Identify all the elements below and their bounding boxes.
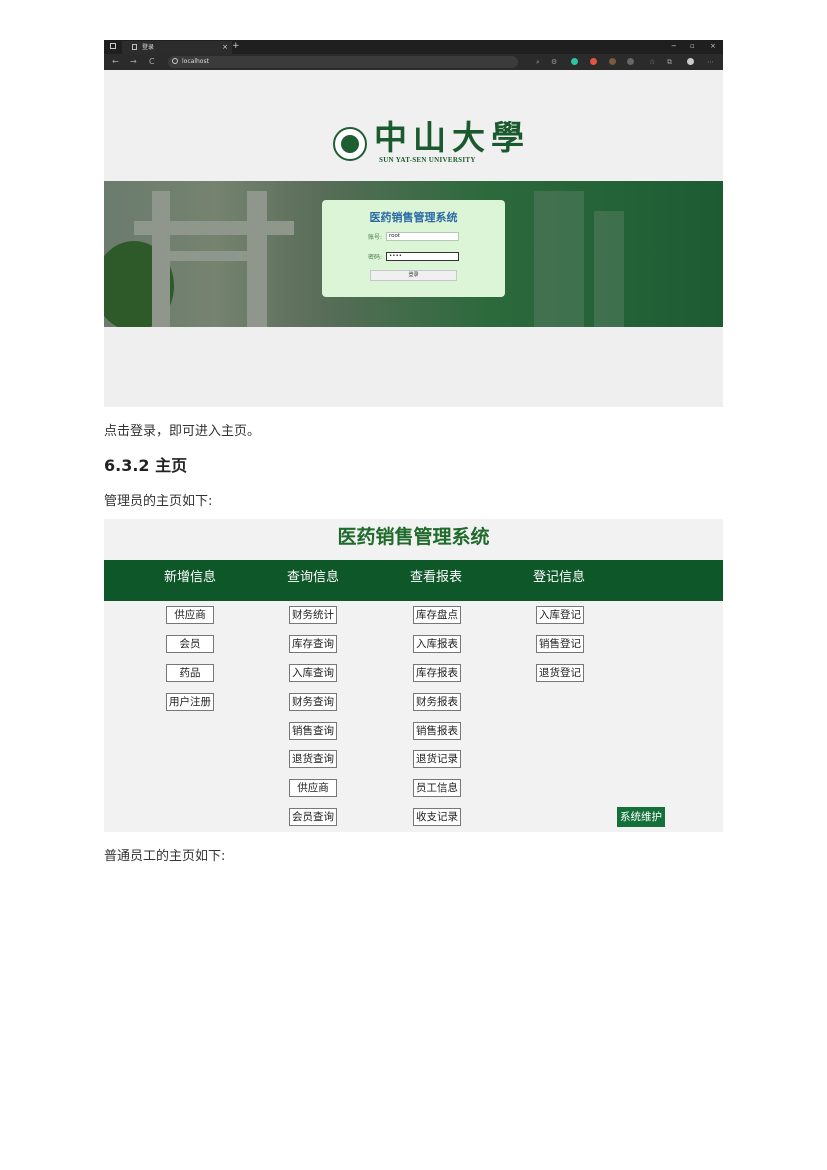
more-icon[interactable]: ⋯ <box>707 54 714 70</box>
nav-view-reports[interactable]: 查看报表 <box>386 566 486 585</box>
staff-info-button[interactable]: 员工信息 <box>413 779 461 797</box>
system-maintenance-button[interactable]: 系统维护 <box>617 807 665 827</box>
nav-register-info[interactable]: 登记信息 <box>509 566 609 585</box>
return-register-button[interactable]: 退货登记 <box>536 664 584 682</box>
building <box>594 211 624 327</box>
back-button[interactable]: ← <box>112 54 119 70</box>
member-query-button[interactable]: 会员查询 <box>289 808 337 826</box>
forward-button[interactable]: → <box>130 54 137 70</box>
gate-beam <box>134 221 294 235</box>
user-register-button[interactable]: 用户注册 <box>166 693 214 711</box>
inbound-register-button[interactable]: 入库登记 <box>536 606 584 624</box>
add-drug-button[interactable]: 药品 <box>166 664 214 682</box>
restore-button[interactable]: ▫ <box>690 40 695 53</box>
stock-count-button[interactable]: 库存盘点 <box>413 606 461 624</box>
add-member-button[interactable]: 会员 <box>166 635 214 653</box>
nav-query-info[interactable]: 查询信息 <box>263 566 363 585</box>
finance-report-button[interactable]: 财务报表 <box>413 693 461 711</box>
password-label: 密码: <box>368 254 383 261</box>
income-expense-button[interactable]: 收支记录 <box>413 808 461 826</box>
site-info-icon[interactable] <box>172 58 178 64</box>
address-bar: ← → C localhost ⌕ ⚙ ☆ ⧉ ⋯ <box>104 54 723 70</box>
login-system-title: 医药销售管理系统 <box>369 211 458 224</box>
extension-icon[interactable] <box>609 58 616 65</box>
sales-query-button[interactable]: 销售查询 <box>289 722 337 740</box>
inbound-query-button[interactable]: 入库查询 <box>289 664 337 682</box>
account-input[interactable]: root <box>386 232 459 241</box>
window-close-button[interactable]: × <box>710 40 716 53</box>
login-card: 医药销售管理系统 账号: root 密码: •••• 登录 <box>322 200 505 297</box>
extension-icon[interactable] <box>590 58 597 65</box>
university-name-en: SUN YAT-SEN UNIVERSITY <box>379 156 476 164</box>
settings-icon[interactable]: ⚙ <box>551 54 557 70</box>
tab-title: 登录 <box>142 44 155 51</box>
building <box>534 191 584 327</box>
after-login-text: 点击登录，即可进入主页。 <box>104 424 261 439</box>
university-name-cn: 中山大學 <box>374 118 530 157</box>
stock-query-button[interactable]: 库存查询 <box>289 635 337 653</box>
tab-actions-icon[interactable] <box>110 43 116 49</box>
nav-add-info[interactable]: 新增信息 <box>140 566 240 585</box>
refresh-button[interactable]: C <box>149 54 155 70</box>
new-tab-button[interactable]: + <box>232 40 240 53</box>
account-label: 账号: <box>368 234 383 241</box>
logo-area: 中山大學 SUN YAT-SEN UNIVERSITY <box>104 70 723 181</box>
section-heading: 6.3.2 主页 <box>104 456 188 475</box>
finance-stats-button[interactable]: 财务统计 <box>289 606 337 624</box>
inbound-report-button[interactable]: 入库报表 <box>413 635 461 653</box>
url-text: localhost <box>182 58 209 65</box>
sales-register-button[interactable]: 销售登记 <box>536 635 584 653</box>
tab-bar: 登录 × + − ▫ × <box>104 40 723 54</box>
minimize-button[interactable]: − <box>671 40 677 53</box>
password-input[interactable]: •••• <box>386 252 459 261</box>
staff-caption: 普通员工的主页如下: <box>104 849 226 864</box>
admin-home-screenshot: 医药销售管理系统 新增信息 查询信息 查看报表 登记信息 供应商 会员 药品 用… <box>104 519 723 832</box>
favorites-icon[interactable]: ☆ <box>649 54 655 70</box>
stock-report-button[interactable]: 库存报表 <box>413 664 461 682</box>
page-footer-area <box>104 327 723 407</box>
supplier-query-button[interactable]: 供应商 <box>289 779 337 797</box>
browser-screenshot: 登录 × + − ▫ × ← → C localhost ⌕ ⚙ ☆ ⧉ ⋯ 中… <box>104 40 723 407</box>
url-field[interactable]: localhost <box>168 56 518 68</box>
add-supplier-button[interactable]: 供应商 <box>166 606 214 624</box>
home-title: 医药销售管理系统 <box>337 526 490 548</box>
profile-avatar[interactable] <box>687 58 694 65</box>
collections-icon[interactable]: ⧉ <box>667 54 672 70</box>
page-icon <box>132 44 137 50</box>
sales-report-button[interactable]: 销售报表 <box>413 722 461 740</box>
finance-query-button[interactable]: 财务查询 <box>289 693 337 711</box>
gate-beam <box>164 251 264 261</box>
login-button[interactable]: 登录 <box>370 270 457 281</box>
extension-icon[interactable] <box>571 58 578 65</box>
home-nav-bar: 新增信息 查询信息 查看报表 登记信息 <box>104 560 723 601</box>
admin-caption: 管理员的主页如下: <box>104 494 213 509</box>
return-query-button[interactable]: 退货查询 <box>289 750 337 768</box>
browser-tab[interactable]: 登录 × <box>122 41 232 54</box>
tab-close-button[interactable]: × <box>222 41 228 54</box>
search-icon[interactable]: ⌕ <box>536 54 540 70</box>
extension-icon[interactable] <box>627 58 634 65</box>
return-record-button[interactable]: 退货记录 <box>413 750 461 768</box>
university-seal-icon <box>333 127 367 161</box>
